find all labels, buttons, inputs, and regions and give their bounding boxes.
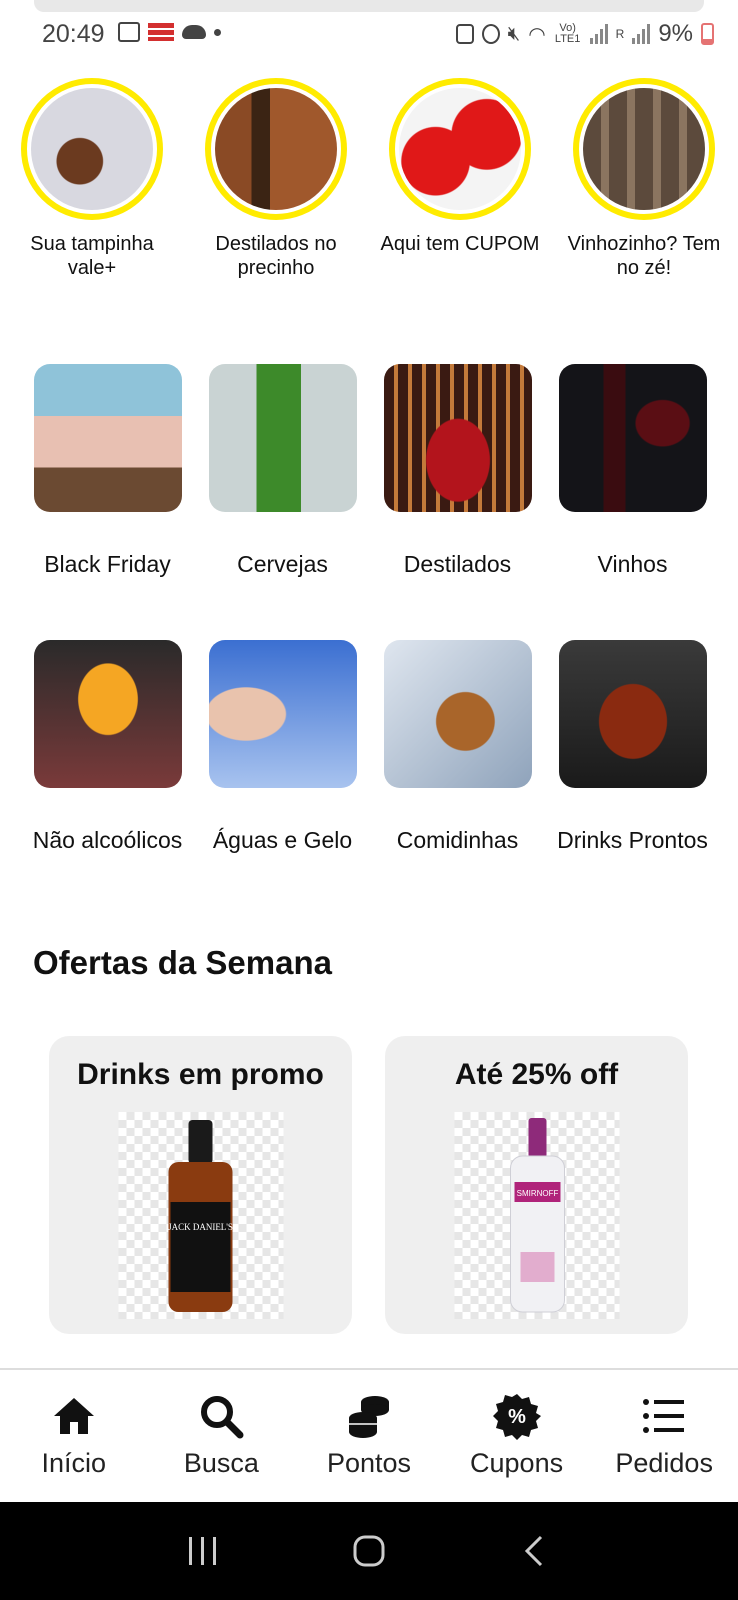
recents-icon[interactable] xyxy=(183,1531,223,1571)
svg-text:%: % xyxy=(508,1406,526,1428)
nav-label: Início xyxy=(41,1448,107,1478)
nav-inicio[interactable]: Início xyxy=(0,1370,148,1502)
stories-row: Sua tampinha vale+ Destilados no precinh… xyxy=(0,78,738,280)
offer-card-drinks-promo[interactable]: Drinks em promo JACK DANIEL'S xyxy=(49,1036,352,1334)
back-icon[interactable] xyxy=(515,1531,555,1571)
category-label: Vinhos xyxy=(597,551,668,577)
system-status-icons: 🔇︎ ◠ Vo) LTE1 R 9% xyxy=(455,20,714,48)
wifi-icon: ◠ xyxy=(528,23,546,46)
bottom-navigation: Início Busca Pontos % Cupons Pedidos xyxy=(0,1368,738,1502)
system-navigation-bar xyxy=(0,1502,738,1600)
coupon-percent-icon: % xyxy=(492,1394,541,1440)
offer-title: Até 25% off xyxy=(454,1058,619,1091)
product-label-text: JACK DANIEL'S xyxy=(168,1222,233,1232)
category-label: Drinks Prontos xyxy=(557,827,708,853)
notification-icons xyxy=(118,22,221,42)
more-notifications-icon xyxy=(214,28,221,36)
story-label: Sua tampinha vale+ xyxy=(30,233,154,279)
category-image xyxy=(558,640,707,788)
category-comidinhas[interactable]: Comidinhas xyxy=(370,640,545,882)
nav-cupons[interactable]: % Cupons xyxy=(443,1370,591,1502)
story-destilados[interactable]: Destilados no precinho xyxy=(184,78,368,280)
list-icon xyxy=(643,1399,685,1433)
story-ring[interactable] xyxy=(205,78,347,220)
category-black-friday[interactable]: Black Friday xyxy=(20,364,195,606)
story-vinho[interactable]: Vinhozinho? Tem no zé! xyxy=(552,78,736,280)
story-label: Vinhozinho? Tem no zé! xyxy=(567,233,721,279)
category-image xyxy=(33,640,182,788)
category-image xyxy=(208,364,357,512)
network-label: Vo) LTE1 xyxy=(554,22,581,45)
nav-pontos[interactable]: Pontos xyxy=(295,1370,443,1502)
story-image-whisky xyxy=(215,88,337,210)
jack-daniels-bottle-icon: JACK DANIEL'S xyxy=(168,1120,233,1312)
nav-busca[interactable]: Busca xyxy=(148,1370,296,1502)
category-aguas-e-gelo[interactable]: Águas e Gelo xyxy=(195,640,370,882)
offer-product-image: JACK DANIEL'S xyxy=(118,1112,283,1319)
story-label: Destilados no precinho xyxy=(215,233,337,279)
story-ring[interactable] xyxy=(21,78,163,220)
category-drinks-prontos[interactable]: Drinks Prontos xyxy=(545,640,720,882)
search-icon xyxy=(201,1396,244,1439)
sim2-label: R xyxy=(615,27,625,41)
coins-icon xyxy=(348,1396,389,1438)
nav-label: Pedidos xyxy=(615,1448,713,1478)
signal-icon-2 xyxy=(632,24,651,44)
story-cupom[interactable]: Aqui tem CUPOM xyxy=(368,78,552,280)
signal-icon xyxy=(589,24,608,44)
home-button-icon[interactable] xyxy=(349,1531,389,1571)
category-destilados[interactable]: Destilados xyxy=(370,364,545,606)
category-image xyxy=(383,364,532,512)
category-label: Black Friday xyxy=(44,551,171,577)
story-image-balloons xyxy=(399,88,521,210)
category-image xyxy=(208,640,357,788)
home-icon xyxy=(53,1398,94,1434)
offer-card-25-off[interactable]: Até 25% off SMIRNOFF xyxy=(385,1036,688,1334)
offer-title: Drinks em promo xyxy=(77,1058,324,1091)
category-nao-alcoolicos[interactable]: Não alcoólicos xyxy=(20,640,195,882)
category-label: Cervejas xyxy=(237,551,328,577)
smirnoff-bottle-icon: SMIRNOFF xyxy=(509,1118,565,1313)
offers-row: Drinks em promo JACK DANIEL'S Até 25% of… xyxy=(49,1036,688,1334)
battery-icon xyxy=(701,23,714,45)
category-label: Águas e Gelo xyxy=(212,827,353,853)
status-bar-handle xyxy=(34,0,704,12)
category-image xyxy=(33,364,182,512)
alarm-icon xyxy=(481,24,500,44)
story-image-barrels xyxy=(583,88,705,210)
battery-percent: 9% xyxy=(658,20,693,47)
nav-label: Pontos xyxy=(326,1448,412,1478)
story-ring[interactable] xyxy=(389,78,531,220)
nav-label: Cupons xyxy=(470,1448,564,1478)
story-ring[interactable] xyxy=(573,78,715,220)
offer-product-image: SMIRNOFF xyxy=(454,1112,619,1319)
category-label: Comidinhas xyxy=(396,827,519,853)
story-label: Aqui tem CUPOM xyxy=(380,233,540,255)
category-label: Destilados xyxy=(403,551,512,577)
category-cervejas[interactable]: Cervejas xyxy=(195,364,370,606)
cloud-icon xyxy=(182,25,206,39)
mute-icon: 🔇︎ xyxy=(507,22,521,45)
product-label-text: SMIRNOFF xyxy=(516,1189,558,1198)
category-grid: Black Friday Cervejas Destilados Vinhos … xyxy=(20,364,720,882)
nav-pedidos[interactable]: Pedidos xyxy=(590,1370,738,1502)
category-vinhos[interactable]: Vinhos xyxy=(545,364,720,606)
story-image-beer-opening xyxy=(31,88,153,210)
app-notification-icon xyxy=(148,23,174,41)
category-image xyxy=(383,640,532,788)
gallery-icon xyxy=(118,22,140,42)
story-tampinha[interactable]: Sua tampinha vale+ xyxy=(0,78,184,280)
recycle-icon xyxy=(455,24,474,44)
status-bar: 20:49 🔇︎ ◠ Vo) LTE1 R 9% xyxy=(0,0,738,48)
status-time: 20:49 xyxy=(42,20,105,48)
category-image xyxy=(558,364,707,512)
category-label: Não alcoólicos xyxy=(32,827,183,853)
nav-label: Busca xyxy=(183,1448,259,1478)
offers-section-title: Ofertas da Semana xyxy=(33,944,332,981)
